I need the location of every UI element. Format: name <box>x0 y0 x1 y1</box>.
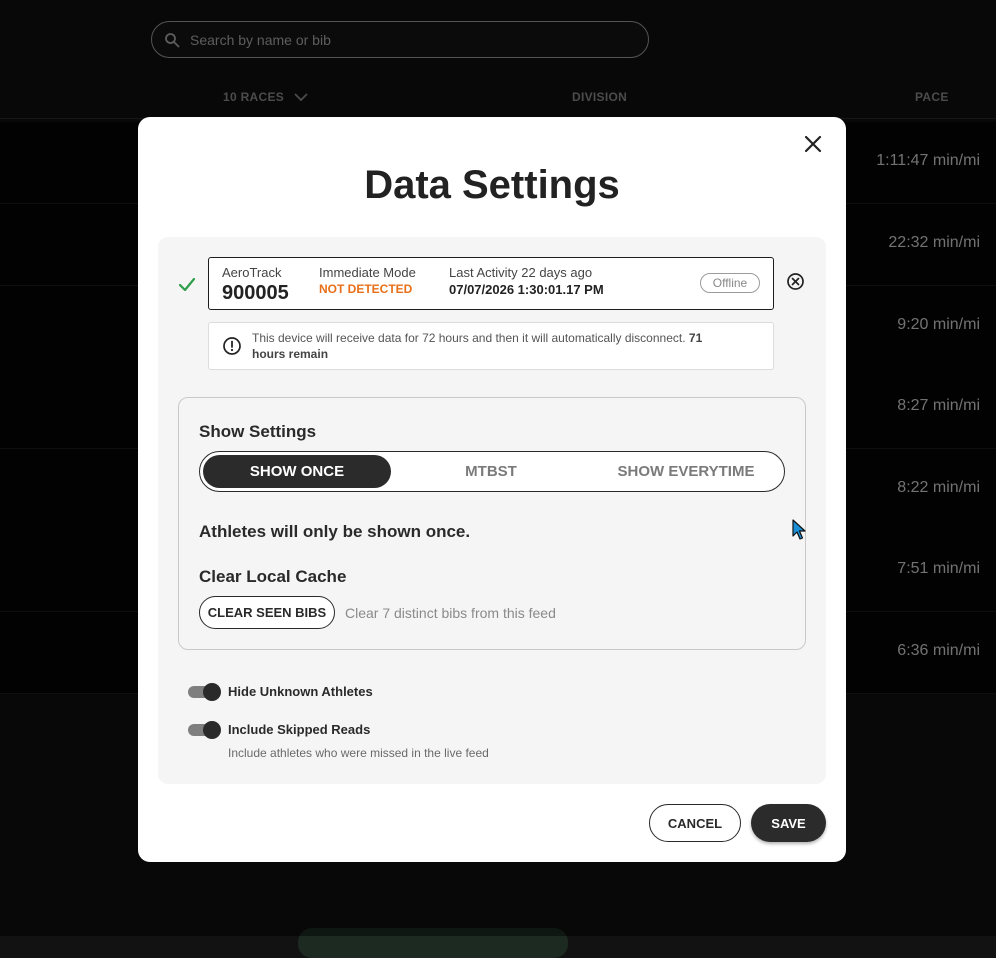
notice-message: This device will receive data for 72 hou… <box>252 331 686 345</box>
clear-cache-note: Clear 7 distinct bibs from this feed <box>345 605 556 621</box>
hide-unknown-toggle[interactable] <box>188 682 221 701</box>
auto-disconnect-notice: This device will receive data for 72 hou… <box>208 322 774 370</box>
include-skipped-label: Include Skipped Reads <box>228 722 371 737</box>
hide-unknown-label: Hide Unknown Athletes <box>228 684 373 699</box>
device-card: AeroTrack 900005 Immediate Mode NOT DETE… <box>208 257 774 310</box>
include-skipped-toggle[interactable] <box>188 720 221 739</box>
include-skipped-subtext: Include athletes who were missed in the … <box>228 746 489 760</box>
settings-panel: AeroTrack 900005 Immediate Mode NOT DETE… <box>158 237 826 784</box>
data-settings-modal: Data Settings AeroTrack 900005 Immediate… <box>138 117 846 862</box>
show-settings-title: Show Settings <box>199 422 317 441</box>
hide-unknown-toggle-row: Hide Unknown Athletes <box>188 682 373 701</box>
show-settings-description: Athletes will only be shown once. <box>199 522 471 541</box>
modal-title: Data Settings <box>364 163 620 207</box>
check-icon <box>178 277 196 292</box>
device-name: AeroTrack <box>222 265 282 280</box>
last-activity-label: Last Activity 22 days ago <box>449 265 593 280</box>
last-activity-time: 07/07/2026 1:30:01.17 PM <box>449 282 604 297</box>
show-settings-box: Show Settings SHOW ONCE MTBST SHOW EVERY… <box>178 397 806 650</box>
save-button[interactable]: SAVE <box>751 804 826 842</box>
show-settings-segmented-control: SHOW ONCE MTBST SHOW EVERYTIME <box>199 451 785 492</box>
notice-text: This device will receive data for 72 hou… <box>252 330 733 362</box>
toggle-knob <box>203 720 221 739</box>
cancel-button[interactable]: CANCEL <box>649 804 741 842</box>
exclamation-circle-icon <box>223 337 241 355</box>
close-icon[interactable] <box>802 133 824 155</box>
option-show-everytime[interactable]: SHOW EVERYTIME <box>592 455 780 488</box>
mode-status: NOT DETECTED <box>319 282 413 296</box>
toggle-knob <box>203 682 221 701</box>
include-skipped-toggle-row: Include Skipped Reads <box>188 720 371 739</box>
clear-cache-title: Clear Local Cache <box>199 567 347 586</box>
option-show-once[interactable]: SHOW ONCE <box>203 455 391 488</box>
clear-seen-bibs-button[interactable]: CLEAR SEEN BIBS <box>199 596 335 629</box>
mouse-cursor-icon <box>792 519 806 540</box>
circle-x-icon[interactable] <box>786 272 805 291</box>
option-mtbst[interactable]: MTBST <box>397 455 585 488</box>
mode-label: Immediate Mode <box>319 265 416 280</box>
device-id: 900005 <box>222 282 289 304</box>
status-badge: Offline <box>700 273 760 293</box>
